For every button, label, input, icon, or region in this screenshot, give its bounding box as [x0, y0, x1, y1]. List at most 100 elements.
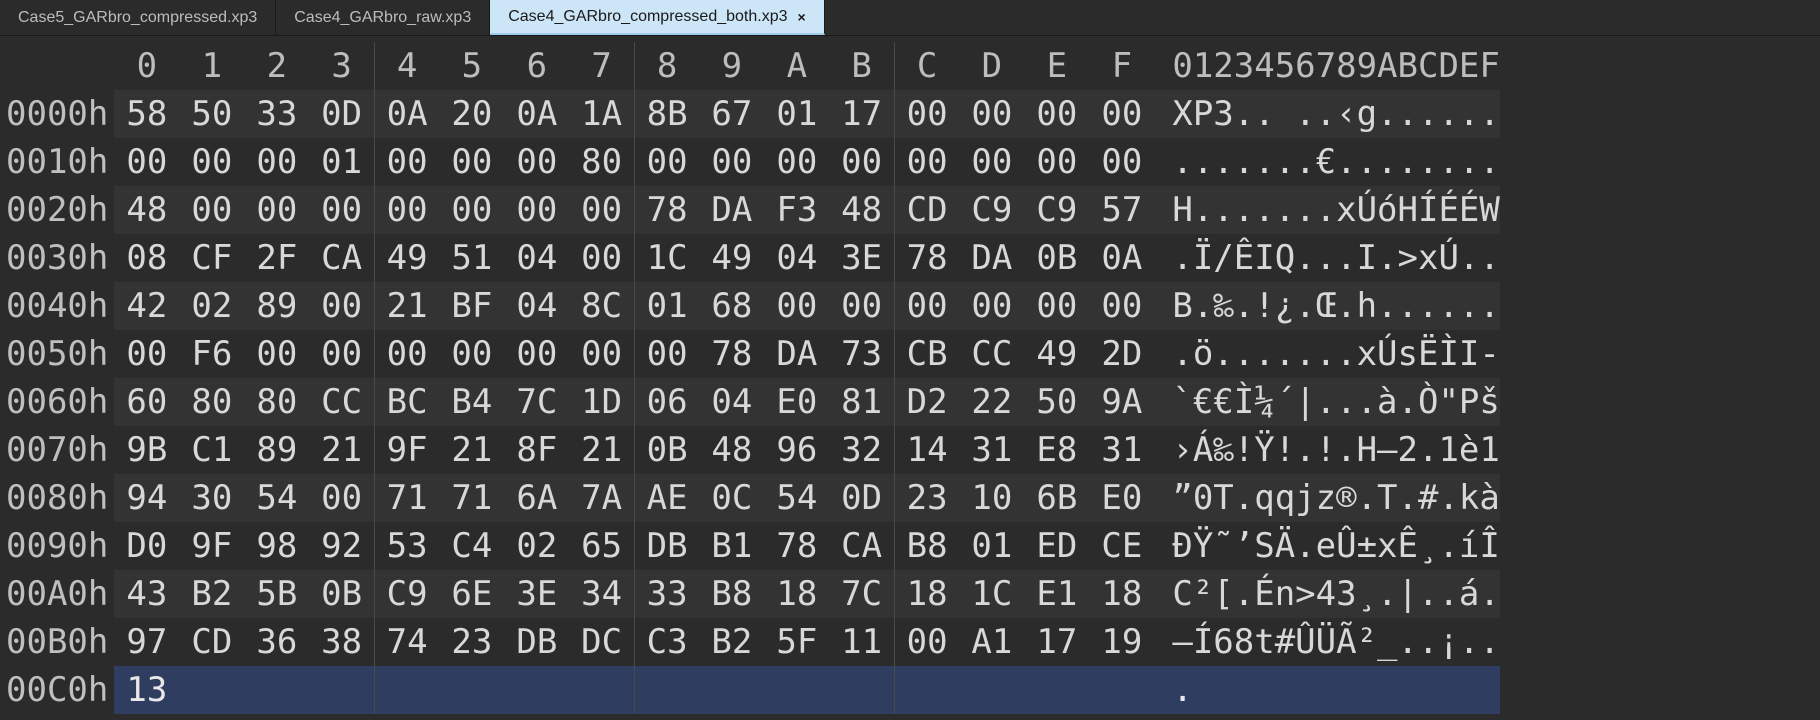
- byte-cell[interactable]: 00: [764, 282, 829, 330]
- hex-row[interactable]: 00C0h13.: [0, 666, 1500, 714]
- tab-file-0[interactable]: Case5_GARbro_compressed.xp3: [0, 0, 276, 35]
- byte-cell[interactable]: 51: [439, 234, 504, 282]
- byte-cell[interactable]: 08: [114, 234, 179, 282]
- byte-cell[interactable]: CE: [1089, 522, 1154, 570]
- byte-cell[interactable]: C9: [1024, 186, 1089, 234]
- ascii-cell[interactable]: .......€........: [1154, 138, 1500, 186]
- byte-cell[interactable]: 00: [244, 330, 309, 378]
- byte-cell[interactable]: F6: [179, 330, 244, 378]
- byte-cell[interactable]: 0A: [504, 90, 569, 138]
- byte-cell[interactable]: B4: [439, 378, 504, 426]
- byte-cell[interactable]: 01: [764, 90, 829, 138]
- byte-cell[interactable]: 74: [374, 618, 439, 666]
- byte-cell[interactable]: 38: [309, 618, 374, 666]
- hex-row[interactable]: 0020h480000000000000078DAF348CDC9C957H..…: [0, 186, 1500, 234]
- hex-editor[interactable]: 0 1 2 3 4 5 6 7 8 9 A B C D E F 01234567…: [0, 36, 1820, 714]
- byte-cell[interactable]: 18: [894, 570, 959, 618]
- byte-cell[interactable]: 2D: [1089, 330, 1154, 378]
- byte-cell[interactable]: 78: [764, 522, 829, 570]
- byte-cell[interactable]: 78: [634, 186, 699, 234]
- byte-cell[interactable]: CC: [959, 330, 1024, 378]
- byte-cell[interactable]: 7C: [504, 378, 569, 426]
- byte-cell[interactable]: 00: [569, 330, 634, 378]
- byte-cell[interactable]: [244, 666, 309, 714]
- hex-row[interactable]: 0000h5850330D0A200A1A8B67011700000000XP3…: [0, 90, 1500, 138]
- byte-cell[interactable]: 18: [764, 570, 829, 618]
- ascii-cell[interactable]: .ö.......xÚsËÌI-: [1154, 330, 1500, 378]
- byte-cell[interactable]: C3: [634, 618, 699, 666]
- byte-cell[interactable]: 00: [504, 330, 569, 378]
- byte-cell[interactable]: B1: [699, 522, 764, 570]
- byte-cell[interactable]: [1024, 666, 1089, 714]
- ascii-cell[interactable]: XP3.. ..‹g......: [1154, 90, 1500, 138]
- byte-cell[interactable]: 9F: [179, 522, 244, 570]
- byte-cell[interactable]: 42: [114, 282, 179, 330]
- byte-cell[interactable]: CA: [829, 522, 894, 570]
- byte-cell[interactable]: DC: [569, 618, 634, 666]
- byte-cell[interactable]: 68: [699, 282, 764, 330]
- byte-cell[interactable]: E1: [1024, 570, 1089, 618]
- byte-cell[interactable]: 33: [634, 570, 699, 618]
- byte-cell[interactable]: 00: [374, 330, 439, 378]
- byte-cell[interactable]: 06: [634, 378, 699, 426]
- byte-cell[interactable]: CD: [894, 186, 959, 234]
- byte-cell[interactable]: 17: [829, 90, 894, 138]
- byte-cell[interactable]: 96: [764, 426, 829, 474]
- byte-cell[interactable]: 00: [179, 138, 244, 186]
- hex-row[interactable]: 0090hD09F989253C40265DBB178CAB801EDCEÐŸ˜…: [0, 522, 1500, 570]
- byte-cell[interactable]: 21: [374, 282, 439, 330]
- byte-cell[interactable]: 21: [309, 426, 374, 474]
- hex-row[interactable]: 0060h608080CCBCB47C1D0604E081D222509A`€€…: [0, 378, 1500, 426]
- hex-row[interactable]: 0010h00000001000000800000000000000000...…: [0, 138, 1500, 186]
- byte-cell[interactable]: 49: [1024, 330, 1089, 378]
- byte-cell[interactable]: 00: [439, 330, 504, 378]
- byte-cell[interactable]: A1: [959, 618, 1024, 666]
- hex-row[interactable]: 0040h4202890021BF048C0168000000000000B.‰…: [0, 282, 1500, 330]
- byte-cell[interactable]: 00: [959, 90, 1024, 138]
- byte-cell[interactable]: B8: [894, 522, 959, 570]
- byte-cell[interactable]: DA: [959, 234, 1024, 282]
- byte-cell[interactable]: C1: [179, 426, 244, 474]
- byte-cell[interactable]: 3E: [829, 234, 894, 282]
- byte-cell[interactable]: DB: [504, 618, 569, 666]
- byte-cell[interactable]: 00: [114, 330, 179, 378]
- byte-cell[interactable]: C9: [959, 186, 1024, 234]
- byte-cell[interactable]: 6A: [504, 474, 569, 522]
- byte-cell[interactable]: 21: [439, 426, 504, 474]
- byte-cell[interactable]: 9B: [114, 426, 179, 474]
- byte-cell[interactable]: 00: [504, 186, 569, 234]
- byte-cell[interactable]: E0: [764, 378, 829, 426]
- byte-cell[interactable]: 89: [244, 426, 309, 474]
- byte-cell[interactable]: F3: [764, 186, 829, 234]
- byte-cell[interactable]: 04: [504, 282, 569, 330]
- byte-cell[interactable]: 00: [114, 138, 179, 186]
- byte-cell[interactable]: B2: [699, 618, 764, 666]
- byte-cell[interactable]: [764, 666, 829, 714]
- byte-cell[interactable]: 11: [829, 618, 894, 666]
- byte-cell[interactable]: 65: [569, 522, 634, 570]
- byte-cell[interactable]: 73: [829, 330, 894, 378]
- ascii-cell[interactable]: ÐŸ˜’SÄ.eÛ±xÊ¸.íÎ: [1154, 522, 1500, 570]
- byte-cell[interactable]: [959, 666, 1024, 714]
- byte-cell[interactable]: 58: [114, 90, 179, 138]
- byte-cell[interactable]: [504, 666, 569, 714]
- byte-cell[interactable]: 92: [309, 522, 374, 570]
- byte-cell[interactable]: 54: [244, 474, 309, 522]
- byte-cell[interactable]: 0D: [309, 90, 374, 138]
- byte-cell[interactable]: 94: [114, 474, 179, 522]
- byte-cell[interactable]: 32: [829, 426, 894, 474]
- ascii-cell[interactable]: ›Á‰!Ÿ!.!.H–2.1è1: [1154, 426, 1500, 474]
- ascii-cell[interactable]: B.‰.!¿.Œ.h......: [1154, 282, 1500, 330]
- byte-cell[interactable]: 02: [179, 282, 244, 330]
- byte-cell[interactable]: 19: [1089, 618, 1154, 666]
- byte-cell[interactable]: 98: [244, 522, 309, 570]
- byte-cell[interactable]: CC: [309, 378, 374, 426]
- byte-cell[interactable]: 01: [309, 138, 374, 186]
- byte-cell[interactable]: 00: [1089, 138, 1154, 186]
- tab-file-2[interactable]: Case4_GARbro_compressed_both.xp3 ×: [490, 0, 824, 35]
- byte-cell[interactable]: 00: [634, 330, 699, 378]
- byte-cell[interactable]: 7C: [829, 570, 894, 618]
- ascii-cell[interactable]: `€€Ì¼´|...à.Ò"Pš: [1154, 378, 1500, 426]
- byte-cell[interactable]: 00: [569, 186, 634, 234]
- byte-cell[interactable]: 00: [309, 186, 374, 234]
